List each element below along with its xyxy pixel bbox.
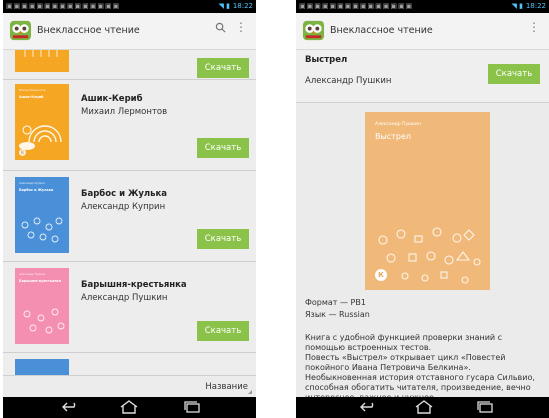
wifi-icon: ◥ ▮: [511, 2, 523, 10]
book-cover: [15, 359, 69, 375]
book-author: Александр Куприн: [81, 202, 166, 212]
status-time: 18:22: [525, 2, 546, 10]
cover-pattern: [378, 227, 481, 284]
book-title: Ашик-Кериб: [81, 94, 143, 104]
book-cover: Александр Пушкин Выстрел К: [365, 112, 490, 290]
book-title: Барбос и Жулька: [81, 189, 168, 199]
download-button[interactable]: Скачать: [197, 138, 249, 158]
navigation-bar: [3, 397, 256, 418]
sort-label[interactable]: Название: [205, 376, 248, 398]
overflow-menu-icon[interactable]: ⋮: [235, 21, 247, 33]
book-description: Книга с удобной функцией проверки знаний…: [305, 333, 543, 397]
description-paragraph: Книга с удобной функцией проверки знаний…: [305, 333, 503, 352]
overflow-menu-icon[interactable]: ⋮: [528, 21, 540, 33]
home-icon[interactable]: [413, 400, 435, 414]
flower-pattern: [23, 308, 65, 334]
back-icon[interactable]: [358, 400, 380, 414]
action-bar: Внеклассное чтение ⋮: [296, 13, 549, 50]
status-bar: ▣▣▣▣▣▣▣▣▣▣▣▣▣▣▣ ◥ ▮ 18:22: [3, 0, 256, 13]
app-title: Внеклассное чтение: [330, 25, 433, 36]
book-author: Александр Пушкин: [305, 76, 392, 86]
download-button[interactable]: Скачать: [197, 321, 249, 341]
recent-apps-icon[interactable]: [474, 400, 496, 414]
book-header: Выстрел Александр Пушкин Скачать: [296, 50, 549, 103]
book-details[interactable]: Александр Пушкин Выстрел К Формат — PB1 …: [296, 103, 549, 397]
status-bar: ▣▣▣▣▣▣▣▣▣▣▣▣▣▣▣ ◥ ▮ 18:22: [296, 0, 549, 13]
cover-badge: К: [19, 149, 26, 156]
book-language: Язык — Russian: [305, 310, 370, 319]
download-button[interactable]: Скачать: [197, 58, 249, 78]
sort-dropdown-icon: [248, 390, 252, 394]
cover-badge: К: [375, 269, 387, 281]
download-button[interactable]: Скачать: [197, 229, 249, 249]
recent-apps-icon[interactable]: [181, 400, 203, 414]
action-bar: Внеклассное чтение ⋮: [3, 13, 256, 50]
sort-bar[interactable]: Название: [3, 375, 256, 398]
book-cover: Александр Куприн Барбос и Жулька: [15, 177, 69, 253]
app-title: Внеклассное чтение: [37, 25, 140, 36]
back-icon[interactable]: [60, 400, 82, 414]
book-cover: [15, 50, 69, 72]
book-title: Выстрел: [305, 55, 348, 65]
book-title: Барышня-крестьянка: [81, 280, 187, 290]
notification-icons: ▣▣▣▣▣▣▣▣▣▣▣▣▣▣▣: [299, 2, 414, 10]
list-item[interactable]: Скачать: [3, 50, 256, 80]
book-detail-screen: ▣▣▣▣▣▣▣▣▣▣▣▣▣▣▣ ◥ ▮ 18:22 Внеклассное чт…: [296, 0, 549, 418]
book-cover: Александр Пушкин Барышня-крестьянка: [15, 268, 69, 344]
description-paragraph: Повесть «Выстрел» открывает цикл «Повест…: [305, 353, 535, 397]
home-icon[interactable]: [118, 400, 140, 414]
search-icon[interactable]: [215, 22, 226, 36]
list-item[interactable]: Александр Пушкин Барышня-крестьянка Бары…: [3, 262, 256, 353]
paw-pattern: [21, 217, 63, 243]
navigation-bar: [296, 397, 549, 418]
cover-pattern: [24, 50, 58, 57]
list-item[interactable]: Михаил Лермонтов Ашик-Кериб К Ашик-Кериб…: [3, 80, 256, 171]
book-list[interactable]: Скачать Михаил Лермонтов Ашик-Кериб К Аш…: [3, 50, 256, 375]
owl-app-icon[interactable]: [302, 19, 325, 42]
book-cover: Михаил Лермонтов Ашик-Кериб К: [15, 84, 69, 160]
book-format: Формат — PB1: [305, 298, 366, 307]
book-list-screen: ▣▣▣▣▣▣▣▣▣▣▣▣▣▣▣ ◥ ▮ 18:22 Внеклассное чт…: [3, 0, 256, 418]
download-button[interactable]: Скачать: [488, 64, 540, 84]
owl-app-icon[interactable]: [9, 19, 32, 42]
list-item[interactable]: Александр Куприн Барбос и Жулька Барбос …: [3, 171, 256, 262]
wifi-icon: ◥ ▮: [218, 2, 230, 10]
book-author: Михаил Лермонтов: [81, 107, 168, 117]
book-author: Александр Пушкин: [81, 293, 168, 303]
list-item[interactable]: [3, 353, 256, 375]
status-time: 18:22: [232, 2, 253, 10]
notification-icons: ▣▣▣▣▣▣▣▣▣▣▣▣▣▣▣: [6, 2, 121, 10]
